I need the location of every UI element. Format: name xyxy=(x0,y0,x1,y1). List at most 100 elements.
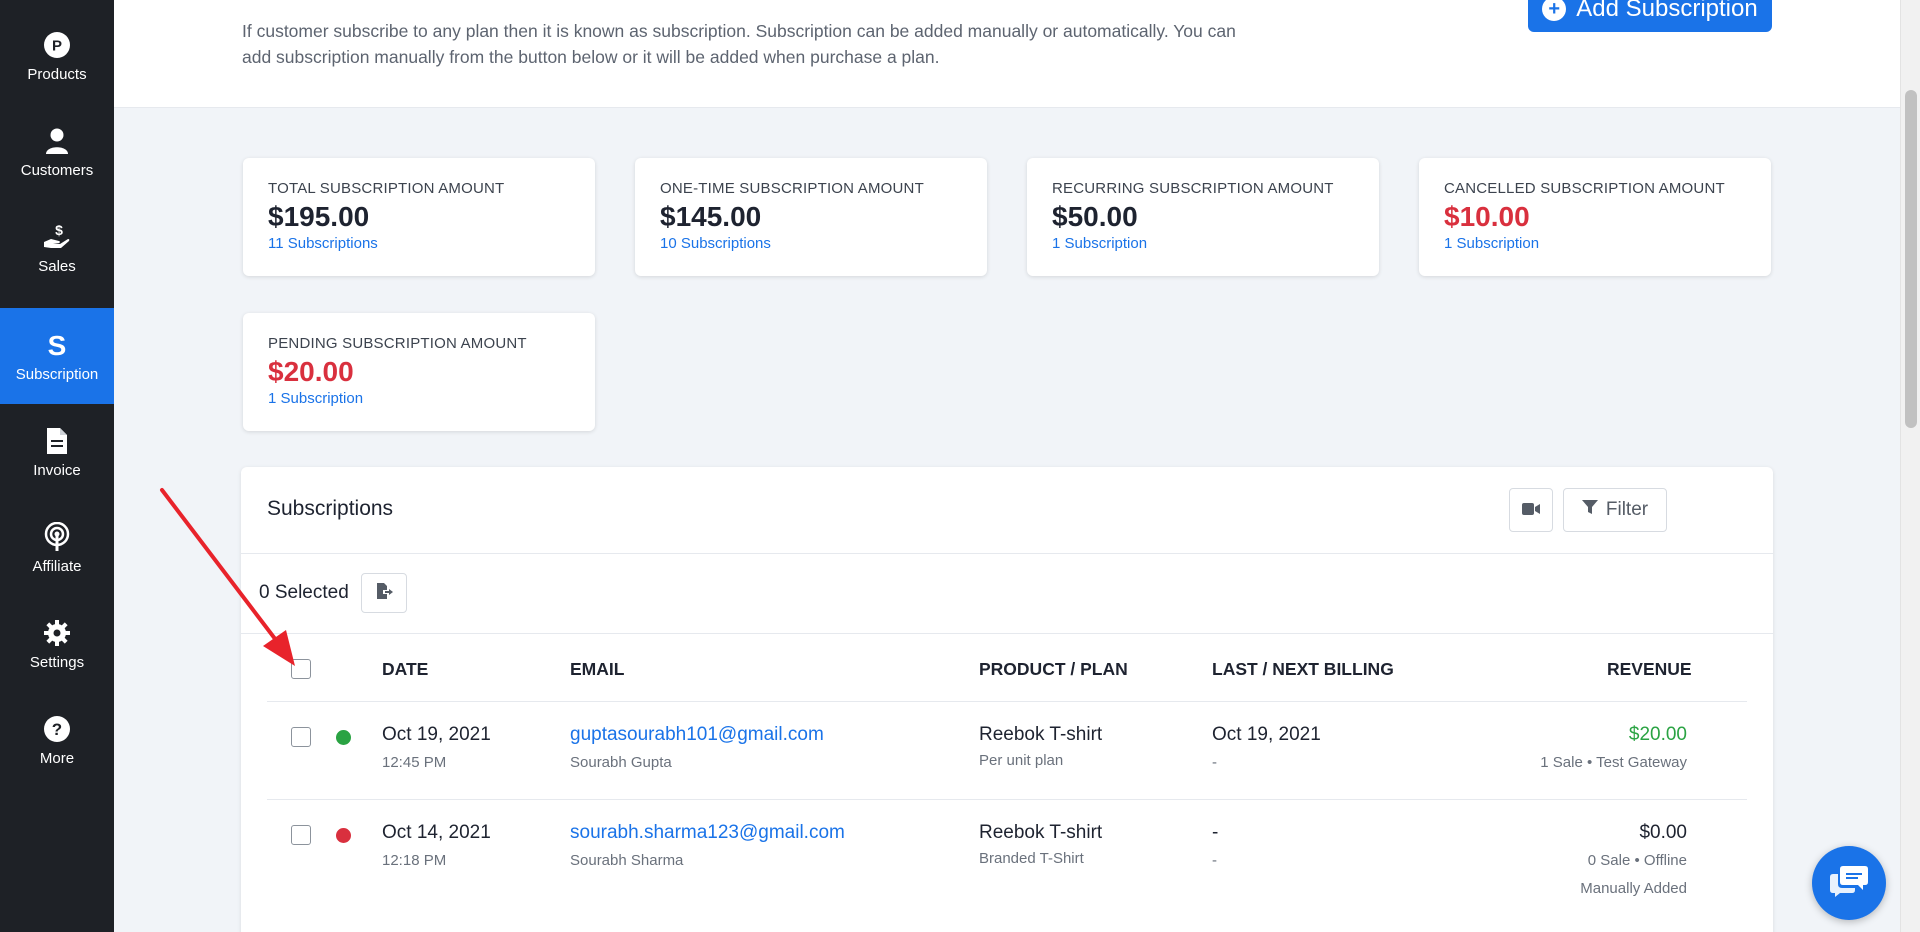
column-header-date[interactable]: DATE xyxy=(382,659,428,680)
add-subscription-button[interactable]: + Add Subscription xyxy=(1528,0,1772,32)
row-billing-next: - xyxy=(1212,852,1217,869)
annotation-arrow xyxy=(160,488,295,666)
row-product: Reebok T-shirt xyxy=(979,822,1103,843)
stat-card-total: TOTAL SUBSCRIPTION AMOUNT $195.00 11 Sub… xyxy=(243,158,595,276)
row-product: Reebok T-shirt xyxy=(979,724,1103,745)
column-header-billing[interactable]: LAST / NEXT BILLING xyxy=(1212,659,1394,680)
stat-link[interactable]: 1 Subscription xyxy=(1444,235,1746,252)
broadcast-icon xyxy=(42,521,72,552)
chat-bubble-icon xyxy=(1829,864,1869,903)
column-header-product-plan[interactable]: PRODUCT / PLAN xyxy=(979,659,1128,680)
row-checkbox[interactable] xyxy=(291,727,311,747)
row-date: Oct 14, 2021 xyxy=(382,822,491,843)
sidebar-item-settings[interactable]: Settings xyxy=(0,596,114,692)
svg-text:$: $ xyxy=(55,222,63,238)
column-header-revenue[interactable]: REVENUE xyxy=(1607,659,1692,680)
scrollbar-thumb[interactable] xyxy=(1905,90,1917,428)
subscription-s-icon: S xyxy=(42,330,72,360)
sidebar-item-more[interactable]: ? More xyxy=(0,692,114,788)
row-revenue-detail: 1 Sale • Test Gateway xyxy=(1540,754,1687,771)
sidebar-item-label: Customers xyxy=(20,161,94,179)
row-revenue: $20.00 xyxy=(1628,724,1687,745)
stat-amount: $145.00 xyxy=(660,201,762,232)
sidebar-item-label: Sales xyxy=(38,257,76,275)
sidebar-item-subscription[interactable]: S Subscription xyxy=(0,308,114,404)
table-row[interactable]: Oct 19, 2021 12:45 PM guptasourabh101@gm… xyxy=(267,701,1747,799)
stat-card-recurring: RECURRING SUBSCRIPTION AMOUNT $50.00 1 S… xyxy=(1027,158,1379,276)
export-file-icon xyxy=(375,582,393,605)
plus-circle-icon: + xyxy=(1542,0,1567,21)
stat-title: RECURRING SUBSCRIPTION AMOUNT xyxy=(1052,180,1334,197)
table-header: DATE EMAIL PRODUCT / PLAN LAST / NEXT BI… xyxy=(267,635,1747,701)
help-icon: ? xyxy=(42,714,72,744)
sidebar: P Products Customers $ Sales S Subscript… xyxy=(0,0,114,932)
stat-title: PENDING SUBSCRIPTION AMOUNT xyxy=(268,335,527,352)
filter-button[interactable]: Filter xyxy=(1563,488,1667,532)
row-customer-name: Sourabh Gupta xyxy=(570,754,672,771)
stat-link[interactable]: 11 Subscriptions xyxy=(268,235,570,252)
video-tutorial-button[interactable] xyxy=(1509,488,1553,532)
stat-link[interactable]: 1 Subscription xyxy=(1052,235,1354,252)
video-camera-icon xyxy=(1522,499,1540,521)
divider xyxy=(241,553,1773,554)
filter-funnel-icon xyxy=(1581,499,1598,521)
row-plan: Per unit plan xyxy=(979,752,1064,769)
row-customer-name: Sourabh Sharma xyxy=(570,852,684,869)
filter-label: Filter xyxy=(1605,499,1649,520)
add-subscription-label: Add Subscription xyxy=(1576,0,1758,22)
status-dot xyxy=(336,828,351,843)
row-billing: - xyxy=(1212,822,1219,843)
divider xyxy=(241,633,1773,634)
sidebar-item-label: Products xyxy=(27,65,87,83)
sidebar-item-sales[interactable]: $ Sales xyxy=(0,200,114,296)
row-email-link[interactable]: guptasourabh101@gmail.com xyxy=(570,724,824,746)
page-description: If customer subscribe to any plan then i… xyxy=(242,21,1236,67)
row-email-link[interactable]: sourabh.sharma123@gmail.com xyxy=(570,822,845,844)
subscriptions-table: DATE EMAIL PRODUCT / PLAN LAST / NEXT BI… xyxy=(267,635,1747,919)
gear-icon xyxy=(42,618,72,648)
stat-title: ONE-TIME SUBSCRIPTION AMOUNT xyxy=(660,180,924,197)
row-revenue-note: Manually Added xyxy=(1580,880,1687,897)
stat-amount: $20.00 xyxy=(268,356,354,387)
svg-text:S: S xyxy=(48,331,67,359)
sidebar-item-label: Affiliate xyxy=(32,557,82,575)
products-icon: P xyxy=(42,30,72,60)
column-header-email[interactable]: EMAIL xyxy=(570,659,624,680)
row-revenue: $0.00 xyxy=(1639,822,1687,843)
row-date: Oct 19, 2021 xyxy=(382,724,491,745)
stat-link[interactable]: 1 Subscription xyxy=(268,390,570,407)
sidebar-item-label: Settings xyxy=(29,653,85,671)
stat-amount: $195.00 xyxy=(268,201,370,232)
stat-link[interactable]: 10 Subscriptions xyxy=(660,235,962,252)
stat-card-one-time: ONE-TIME SUBSCRIPTION AMOUNT $145.00 10 … xyxy=(635,158,987,276)
table-row[interactable]: Oct 14, 2021 12:18 PM sourabh.sharma123@… xyxy=(267,799,1747,919)
sidebar-item-products[interactable]: P Products xyxy=(0,8,114,104)
sidebar-item-invoice[interactable]: Invoice xyxy=(0,404,114,500)
stat-card-cancelled: CANCELLED SUBSCRIPTION AMOUNT $10.00 1 S… xyxy=(1419,158,1771,276)
stat-card-pending: PENDING SUBSCRIPTION AMOUNT $20.00 1 Sub… xyxy=(243,313,595,431)
row-billing: Oct 19, 2021 xyxy=(1212,724,1321,745)
stat-title: CANCELLED SUBSCRIPTION AMOUNT xyxy=(1444,180,1725,197)
row-checkbox[interactable] xyxy=(291,825,311,845)
sidebar-item-customers[interactable]: Customers xyxy=(0,104,114,200)
sidebar-item-label: Invoice xyxy=(33,461,81,479)
export-button[interactable] xyxy=(360,573,407,613)
stat-amount: $10.00 xyxy=(1444,201,1530,232)
page-header: If customer subscribe to any plan then i… xyxy=(114,0,1900,108)
page-scrollbar[interactable] xyxy=(1900,0,1920,932)
row-time: 12:45 PM xyxy=(382,754,447,771)
sidebar-item-affiliate[interactable]: Affiliate xyxy=(0,500,114,596)
user-icon xyxy=(42,126,72,156)
stat-title: TOTAL SUBSCRIPTION AMOUNT xyxy=(268,180,505,197)
subscriptions-panel: Subscriptions Filter 0 Selected DATE EMA… xyxy=(241,467,1773,932)
sidebar-item-label: More xyxy=(39,749,75,767)
row-plan: Branded T-Shirt xyxy=(979,850,1084,867)
svg-text:P: P xyxy=(52,37,62,54)
status-dot xyxy=(336,730,351,745)
row-billing-next: - xyxy=(1212,754,1217,771)
svg-text:?: ? xyxy=(52,720,62,739)
document-icon xyxy=(42,426,72,456)
hand-dollar-icon: $ xyxy=(42,222,72,252)
row-time: 12:18 PM xyxy=(382,852,447,869)
chat-widget-button[interactable] xyxy=(1812,846,1886,920)
